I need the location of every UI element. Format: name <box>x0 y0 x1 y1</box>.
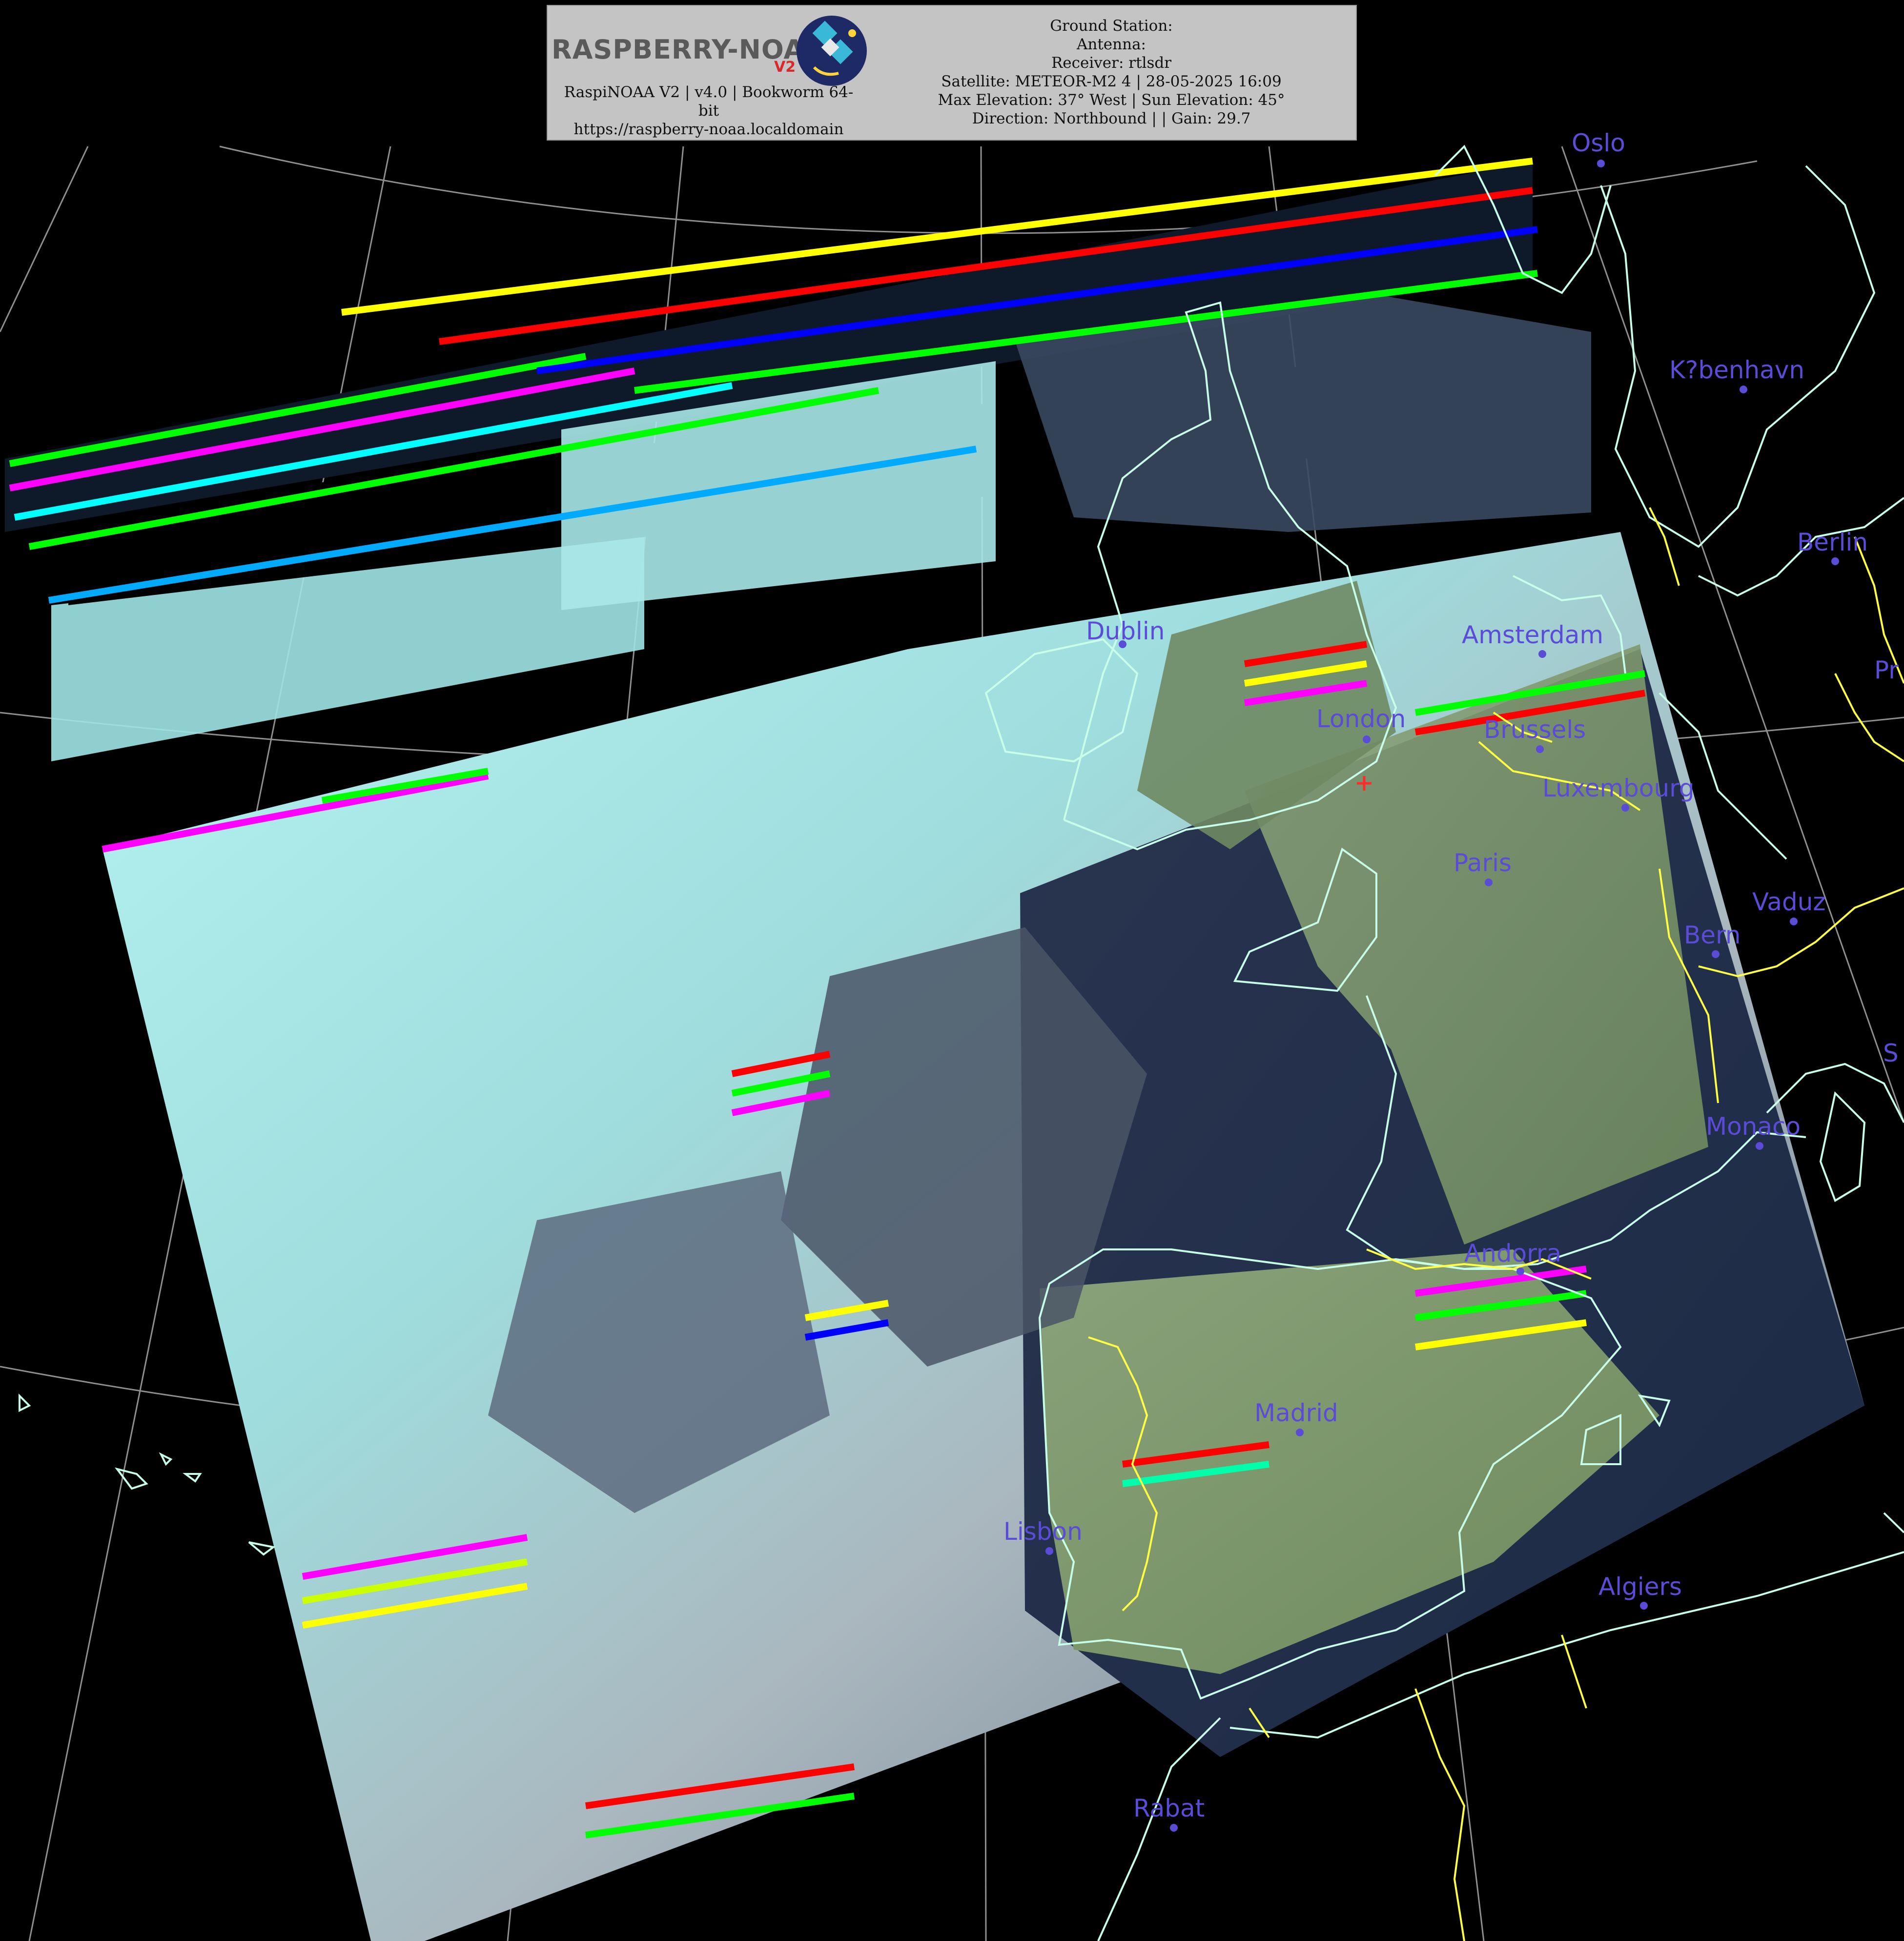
svg-text:Dublin: Dublin <box>1086 617 1165 645</box>
city-berlin: Berlin <box>1797 528 1868 565</box>
city-rabat: Rabat <box>1133 1794 1205 1832</box>
svg-text:Vaduz: Vaduz <box>1752 888 1826 916</box>
station-info: Ground Station: Antenna: Receiver: rtlsd… <box>870 17 1353 128</box>
svg-text:Bern: Bern <box>1684 921 1740 949</box>
svg-text:Luxembourg: Luxembourg <box>1542 774 1695 802</box>
logo-version: V2 <box>774 59 796 76</box>
svg-text:Rabat: Rabat <box>1133 1794 1205 1822</box>
svg-text:S: S <box>1883 1039 1899 1067</box>
city-oslo: Oslo <box>1572 129 1625 167</box>
svg-text:London: London <box>1316 705 1406 733</box>
svg-text:Monaco: Monaco <box>1706 1112 1801 1141</box>
svg-text:Pr: Pr <box>1874 656 1899 684</box>
raspberry-noaa-logo: RASPBERRY-NOAA V2 <box>552 11 867 86</box>
city-algiers: Algiers <box>1598 1573 1682 1610</box>
satellite-map: Oslo K?benhavn Berlin Pr Amsterdam Dubli… <box>0 129 1904 1941</box>
app-version: RaspiNOAA V2 | v4.0 | Bookworm 64- <box>564 83 854 101</box>
pass-info-header: RASPBERRY-NOAA V2 RaspiNOAA V2 | v4.0 | … <box>547 5 1357 141</box>
city-vaduz: Vaduz <box>1752 888 1826 925</box>
city-dublin: Dublin <box>1086 617 1165 648</box>
direction-gain-label: Direction: Northbound | | Gain: 29.7 <box>972 110 1251 127</box>
station-url: https://raspberry-noaa.localdomain <box>573 121 844 138</box>
city-kobenhavn: K?benhavn <box>1669 356 1804 393</box>
svg-text:Berlin: Berlin <box>1797 528 1868 556</box>
svg-text:Brussels: Brussels <box>1484 715 1586 744</box>
svg-text:Lisbon: Lisbon <box>1003 1517 1083 1546</box>
antenna-label: Antenna: <box>1076 36 1146 53</box>
svg-text:Algiers: Algiers <box>1598 1573 1682 1601</box>
receiver-label: Receiver: rtlsdr <box>1051 54 1172 72</box>
satellite-label: Satellite: METEOR-M2 4 | 28-05-2025 16:0… <box>941 73 1282 90</box>
city-rome: S <box>1883 1039 1899 1067</box>
satellite-swath <box>5 161 1864 1941</box>
satellite-image-view: Oslo K?benhavn Berlin Pr Amsterdam Dubli… <box>0 0 1904 1941</box>
svg-text:Oslo: Oslo <box>1572 129 1625 157</box>
svg-text:K?benhavn: K?benhavn <box>1669 356 1804 384</box>
app-info: RaspiNOAA V2 | v4.0 | Bookworm 64- bit h… <box>553 83 865 139</box>
svg-text:Andorra: Andorra <box>1464 1239 1561 1267</box>
svg-text:Paris: Paris <box>1454 849 1512 877</box>
app-version-cont: bit <box>698 102 719 120</box>
svg-text:Madrid: Madrid <box>1254 1399 1338 1427</box>
svg-text:Amsterdam: Amsterdam <box>1462 621 1603 649</box>
elevation-label: Max Elevation: 37° West | Sun Elevation:… <box>938 91 1285 109</box>
satellite-icon <box>797 16 867 86</box>
ground-station-label: Ground Station: <box>1050 17 1173 35</box>
city-prague: Pr <box>1874 656 1899 684</box>
